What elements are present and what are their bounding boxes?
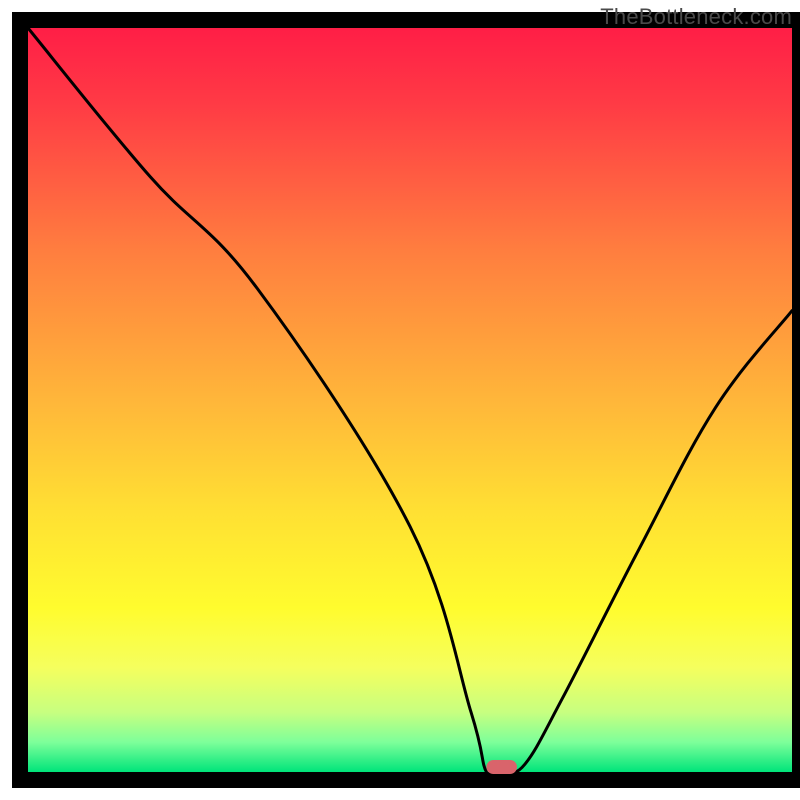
watermark-text: TheBottleneck.com (600, 4, 792, 30)
chart-container: TheBottleneck.com (0, 0, 800, 800)
gradient-background (28, 28, 792, 772)
optimal-marker (486, 760, 517, 774)
bottleneck-chart (0, 0, 800, 800)
